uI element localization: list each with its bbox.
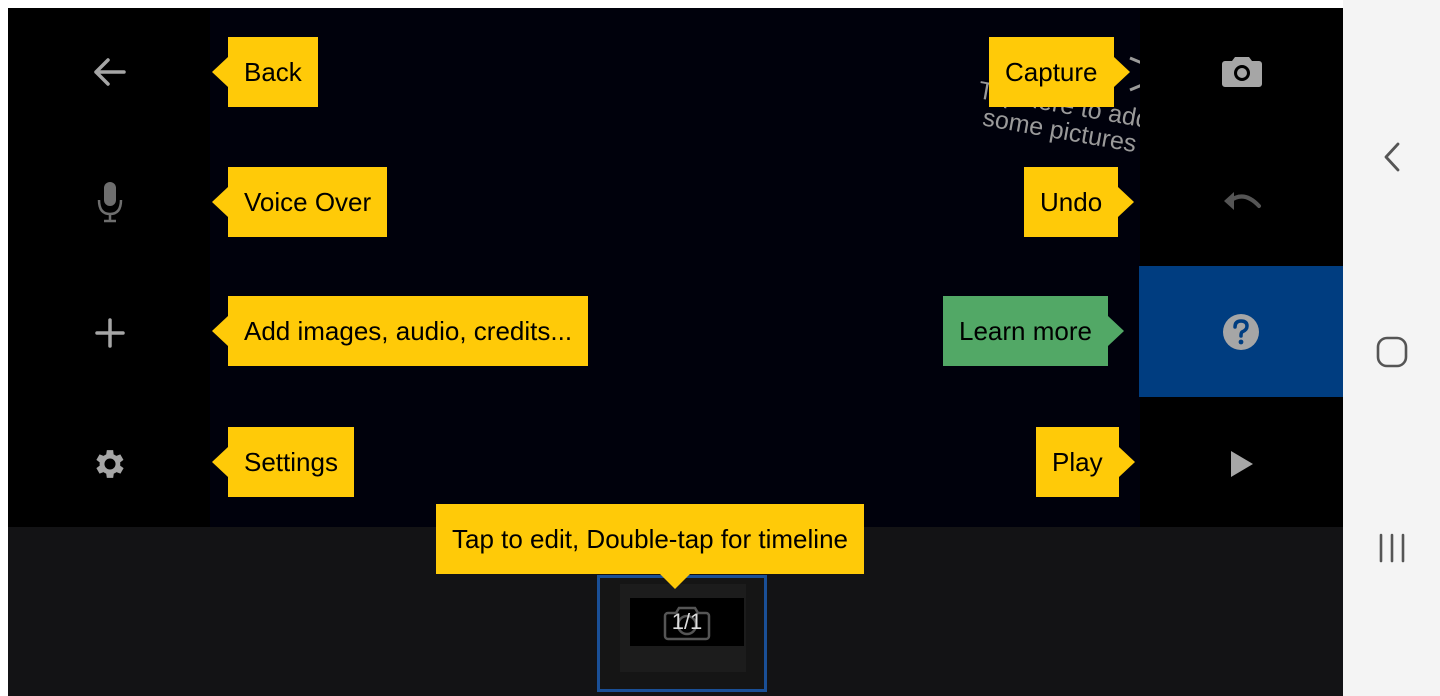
tooltip-voice-over: Voice Over	[211, 167, 388, 237]
frame-count: 1/1	[671, 609, 703, 634]
microphone-icon[interactable]	[94, 180, 126, 224]
undo-icon[interactable]	[1222, 186, 1262, 216]
tooltip-play: Play	[1036, 427, 1135, 497]
tooltip-settings: Settings	[212, 427, 354, 497]
system-navigation-bar	[1343, 0, 1440, 696]
tooltip-add: Add images, audio, credits...	[211, 296, 589, 366]
help-panel[interactable]	[1139, 266, 1343, 397]
settings-gear-icon[interactable]	[90, 444, 130, 484]
nav-recents-icon[interactable]	[1343, 526, 1440, 570]
nav-back-icon[interactable]	[1343, 135, 1440, 179]
frame-counter-box: 1/1	[630, 598, 744, 646]
add-icon[interactable]	[92, 315, 128, 351]
storyboard-editor: Tap here to add some pictures	[8, 8, 1343, 696]
tooltip-capture: Capture	[989, 37, 1129, 107]
tooltip-back: Back	[212, 37, 318, 107]
tooltip-learn-more: Learn more	[943, 296, 1124, 366]
left-toolbar	[8, 8, 210, 527]
tooltip-undo: Undo	[1024, 167, 1135, 237]
thumbnail-image: 1/1	[620, 584, 746, 672]
nav-home-icon[interactable]	[1343, 330, 1440, 374]
frame-thumbnail[interactable]: 1/1	[597, 575, 767, 692]
back-icon[interactable]	[89, 52, 129, 92]
tooltip-timeline: Tap to edit, Double-tap for timeline	[436, 504, 864, 589]
camera-icon[interactable]	[1220, 52, 1264, 90]
help-icon[interactable]	[1222, 313, 1260, 351]
play-icon[interactable]	[1224, 446, 1260, 482]
